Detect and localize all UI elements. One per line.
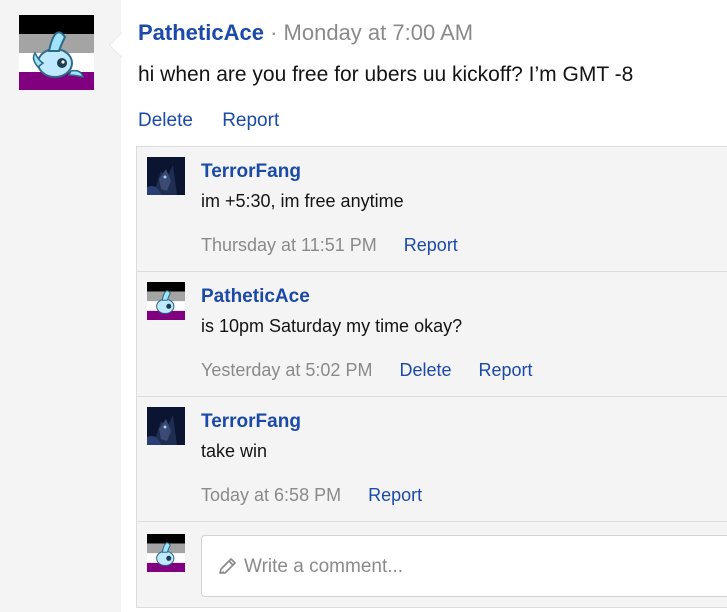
report-button[interactable]: Report [404,235,458,255]
post-body: hi when are you free for ubers uu kickof… [138,63,634,86]
comment-item: TerrorFang im +5:30, im free anytime Thu… [137,147,727,272]
commenter-avatar[interactable] [147,407,185,445]
comment-text: is 10pm Saturday my time okay? [201,316,463,336]
comment-item: TerrorFang take win Today at 6:58 PM Rep… [137,397,727,522]
comment-meta: Today at 6:58 PM Report [201,482,444,508]
current-user-avatar[interactable] [147,534,185,572]
fish-avatar-icon [19,15,94,90]
comment-time[interactable]: Yesterday at 5:02 PM [201,360,372,380]
comment-item: PatheticAce is 10pm Saturday my time oka… [137,272,727,397]
reply-row: Write a comment... [137,522,727,608]
commenter-avatar[interactable] [147,157,185,195]
post-author-name[interactable]: PatheticAce [138,20,264,45]
post-separator: · [270,20,278,45]
report-button[interactable]: Report [368,485,422,505]
commenter-avatar[interactable] [147,282,185,320]
post-pointer [109,32,122,58]
comments-panel: TerrorFang im +5:30, im free anytime Thu… [136,146,727,608]
comment-text: im +5:30, im free anytime [201,191,404,211]
dark-character-avatar-icon [147,157,185,195]
report-button[interactable]: Report [222,110,279,131]
commenter-name[interactable]: TerrorFang [201,409,301,435]
comment-time[interactable]: Today at 6:58 PM [201,485,341,505]
comment-time[interactable]: Thursday at 11:51 PM [201,235,377,255]
post-timestamp[interactable]: Monday at 7:00 AM [284,20,474,45]
post-author-avatar[interactable] [19,15,94,90]
fish-avatar-icon [147,282,185,320]
delete-button[interactable]: Delete [399,360,451,380]
report-button[interactable]: Report [479,360,533,380]
left-gutter [0,0,121,612]
fish-avatar-icon [147,534,185,572]
commenter-name[interactable]: TerrorFang [201,159,301,185]
post-header: PatheticAce · Monday at 7:00 AM [138,18,473,48]
comment-text: take win [201,441,268,461]
dark-character-avatar-icon [147,407,185,445]
comment-meta: Thursday at 11:51 PM Report [201,232,480,258]
comment-input[interactable]: Write a comment... [201,535,727,597]
comment-placeholder: Write a comment... [244,556,404,577]
post-actions: Delete Report [138,108,303,134]
comment-meta: Yesterday at 5:02 PM Delete Report [201,357,555,383]
commenter-name[interactable]: PatheticAce [201,284,310,310]
pencil-icon [219,558,236,574]
delete-button[interactable]: Delete [138,110,193,131]
